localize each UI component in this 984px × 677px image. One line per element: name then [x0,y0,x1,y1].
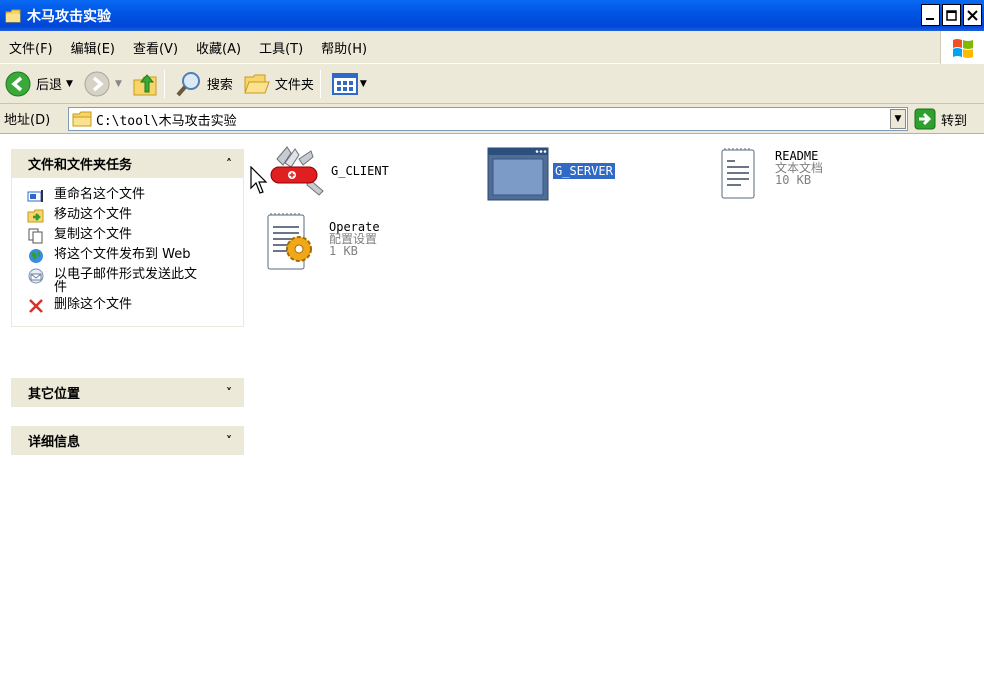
copy-icon [28,228,43,244]
back-arrow-icon [5,71,31,96]
menu-view[interactable]: 查看(V) [133,38,178,57]
details-header[interactable]: 详细信息 ˅ [11,426,244,455]
file-size: 10 KB [775,173,812,187]
file-tasks-header[interactable]: 文件和文件夹任务 ˄ [11,149,244,178]
web-publish-icon [29,249,43,263]
move-icon [27,209,44,223]
file-tasks-title: 文件和文件夹任务 [28,158,133,173]
folders-button[interactable]: 文件夹 [243,67,314,101]
task-publish-web[interactable]: 将这个文件发布到 Web [27,248,243,264]
forward-arrow-icon [84,71,110,96]
email-icon [28,268,44,284]
views-icon [331,72,358,95]
menu-tools[interactable]: 工具(T) [259,38,303,57]
forward-button[interactable]: ▼ [83,67,122,101]
task-pane: 文件和文件夹任务 ˄ 重命名这个文件 移动这个文件 复制这个文件 将这个文件发布… [0,135,255,677]
details-panel: 详细信息 ˅ [11,426,244,455]
file-item-operate[interactable]: Operate 配置设置 1 KB [265,211,380,273]
task-label: 重命名这个文件 [54,187,146,202]
title-bar[interactable]: 木马攻击实验 [0,0,984,31]
address-dropdown-button[interactable]: ▼ [890,109,906,129]
task-rename[interactable]: 重命名这个文件 [27,188,243,204]
details-title: 详细信息 [28,435,81,450]
expand-icon[interactable]: ˅ [226,434,232,448]
search-button[interactable]: 搜索 [175,67,233,101]
file-tasks-panel: 文件和文件夹任务 ˄ 重命名这个文件 移动这个文件 复制这个文件 将这个文件发布… [11,149,244,327]
task-label: 移动这个文件 [54,207,133,222]
swiss-knife-icon [270,146,324,196]
task-move[interactable]: 移动这个文件 [27,208,243,224]
views-button[interactable]: ▼ [331,67,367,101]
folder-icon [5,9,21,22]
forward-dropdown-icon[interactable]: ▼ [115,79,122,89]
toolbar-separator [163,69,165,98]
search-icon [176,71,200,96]
app-window-icon [487,147,549,201]
mouse-cursor-icon [250,166,268,194]
windows-logo-icon [940,31,984,64]
minimize-icon [926,17,934,20]
task-label: 将这个文件发布到 Web [54,247,191,262]
maximize-icon [946,9,957,21]
menu-favorites[interactable]: 收藏(A) [196,38,241,57]
close-icon [967,9,978,21]
minimize-button[interactable] [921,4,940,26]
file-item-readme[interactable]: README 文本文档 10 KB [717,147,823,201]
text-file-icon [721,148,755,199]
file-item-g-server[interactable]: G_SERVER [487,147,616,201]
address-bar: 地址(D) C:\tool\木马攻击实验 ▼ 转到 [0,104,984,134]
delete-icon [29,299,43,313]
go-button[interactable]: 转到 [914,108,967,130]
go-label: 转到 [941,113,968,129]
file-size: 1 KB [329,244,358,258]
other-places-header[interactable]: 其它位置 ˅ [11,378,244,407]
other-places-panel: 其它位置 ˅ [11,378,244,407]
address-path: C:\tool\木马攻击实验 [96,113,237,129]
go-arrow-icon [914,108,936,130]
back-label: 后退 [36,78,63,93]
menu-file[interactable]: 文件(F) [9,38,53,57]
other-places-title: 其它位置 [28,387,81,402]
back-dropdown-icon[interactable]: ▼ [66,79,73,89]
window-title: 木马攻击实验 [27,8,111,25]
address-input[interactable]: C:\tool\木马攻击实验 ▼ [68,107,908,131]
task-label: 删除这个文件 [54,297,133,312]
file-item-g-client[interactable]: G_CLIENT [265,145,389,201]
task-label: 以电子邮件形式发送此文件 [54,267,198,295]
task-delete[interactable]: 删除这个文件 [27,298,243,314]
search-label: 搜索 [206,78,233,93]
views-dropdown-icon[interactable]: ▼ [360,79,367,89]
folders-icon [244,74,270,93]
up-folder-button[interactable] [132,67,158,101]
rename-icon [27,190,43,202]
maximize-button[interactable] [942,4,961,26]
file-name-selected: G_SERVER [552,162,616,180]
close-button[interactable] [963,4,982,26]
menu-help[interactable]: 帮助(H) [321,38,367,57]
collapse-icon[interactable]: ˄ [226,157,232,171]
folders-label: 文件夹 [274,78,314,93]
up-folder-icon [133,73,157,95]
menu-bar: 文件(F) 编辑(E) 查看(V) 收藏(A) 工具(T) 帮助(H) [0,31,984,64]
address-label: 地址(D) [4,113,51,128]
expand-icon[interactable]: ˅ [226,386,232,400]
task-email[interactable]: 以电子邮件形式发送此文件 [27,268,243,294]
file-tasks-list: 重命名这个文件 移动这个文件 复制这个文件 将这个文件发布到 Web 以电子邮件… [11,178,244,327]
config-file-icon [267,213,312,270]
folder-icon [72,111,92,127]
file-name: G_CLIENT [331,164,389,178]
task-label: 复制这个文件 [54,227,133,242]
file-list: G_CLIENT G_SERVER README 文本文档 10 KB Oper… [250,135,984,677]
toolbar-separator [319,69,321,98]
back-button[interactable]: 后退 ▼ [4,67,73,101]
toolbar: 后退 ▼ ▼ 搜索 文件夹 ▼ [0,64,984,104]
menu-edit[interactable]: 编辑(E) [71,38,115,57]
task-copy[interactable]: 复制这个文件 [27,228,243,244]
